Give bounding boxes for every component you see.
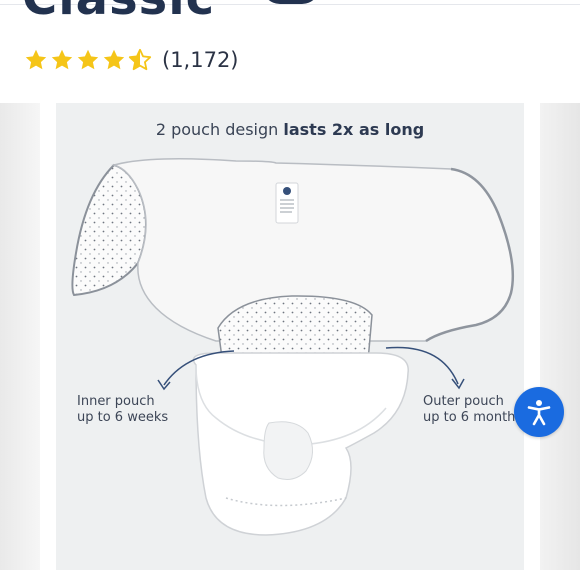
previous-slide-peek[interactable] [0, 103, 40, 570]
star-icon [51, 49, 73, 70]
page-bottom [0, 574, 580, 580]
product-title: Classic [22, 0, 215, 22]
outer-pouch-title: Outer pouch [423, 394, 504, 409]
outer-pouch-callout: Outer pouch up to 6 months [423, 394, 522, 426]
half-star-icon [128, 48, 152, 71]
slide-heading-emphasis: lasts 2x as long [283, 120, 425, 139]
accessibility-icon [527, 400, 551, 426]
inner-pouch-duration: up to 6 weeks [77, 410, 169, 425]
outer-pouch-duration: up to 6 months [423, 410, 523, 425]
image-carousel[interactable]: 2 pouch design lasts 2x as long Inner po… [0, 103, 580, 570]
swaddle-illustration [71, 158, 515, 536]
accessibility-button[interactable] [514, 387, 564, 437]
review-count[interactable]: (1,172) [162, 48, 239, 72]
inner-pouch-callout: Inner pouch up to 6 weeks [77, 394, 168, 426]
rating-summary[interactable]: (1,172) [24, 46, 239, 74]
star-icon [25, 49, 47, 70]
slide-heading-prefix: 2 pouch design [155, 120, 284, 139]
next-slide-peek[interactable] [540, 103, 580, 570]
star-icon [77, 49, 99, 70]
inner-pouch-title: Inner pouch [77, 394, 155, 409]
slide-heading: 2 pouch design lasts 2x as long [56, 120, 524, 139]
product-image-slide[interactable]: 2 pouch design lasts 2x as long Inner po… [56, 103, 524, 570]
star-icon [103, 49, 125, 70]
